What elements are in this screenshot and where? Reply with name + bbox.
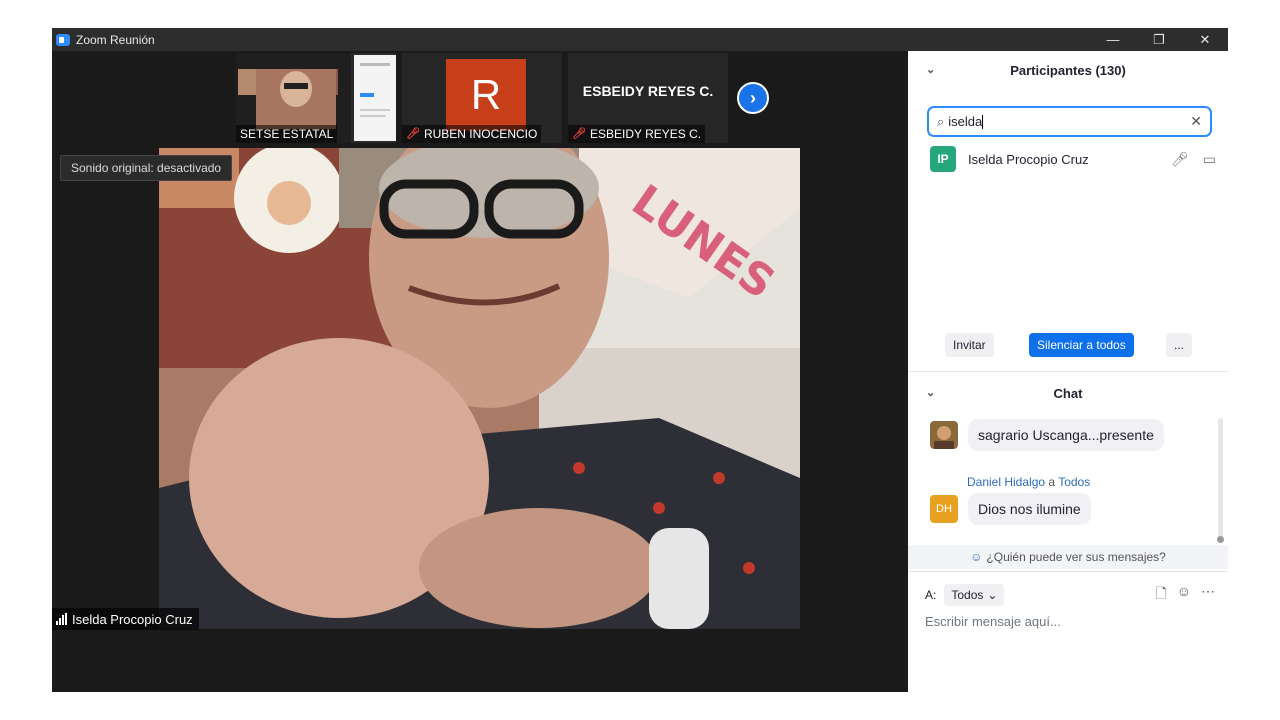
text-caret <box>982 115 984 130</box>
section-divider <box>908 371 1228 372</box>
recipient-name[interactable]: Todos <box>1058 475 1090 489</box>
message-input[interactable]: Escribir mensaje aquí... <box>925 614 1061 629</box>
user-photo-avatar <box>930 421 958 449</box>
more-options-button[interactable]: ... <box>1166 333 1193 357</box>
thumbnail-label: SETSE ESTATAL <box>236 125 338 143</box>
sender-to-word: a <box>1048 475 1056 489</box>
collapse-chat-icon[interactable]: ⌄ <box>926 386 935 399</box>
video-area: SETSE ESTATAL R 🎤︎ RUBEN INOCENCIO ESBEI… <box>52 51 908 692</box>
chat-message: DH Dios nos ilumine <box>930 493 1091 525</box>
participant-search-input[interactable]: ⌕ iselda ✕ <box>927 106 1212 137</box>
display-name: ESBEIDY REYES C. <box>582 83 714 99</box>
scrollbar-thumb[interactable] <box>1217 536 1224 543</box>
more-icon[interactable]: ⋯ <box>1201 583 1215 607</box>
participant-avatar: IP <box>930 146 956 172</box>
sender-avatar: DH <box>930 495 958 523</box>
thumbnail-esbeidy-reyes[interactable]: ESBEIDY REYES C. 🎤︎ ESBEIDY REYES C. <box>568 53 728 143</box>
participants-header: ⌄ Participantes (130) <box>926 63 1126 78</box>
chat-message: sagrario Uscanga...presente <box>930 419 1164 451</box>
search-icon: ⌕ <box>937 113 945 129</box>
message-bubble: Dios nos ilumine <box>968 493 1091 525</box>
zoom-logo-icon <box>56 33 70 46</box>
message-bubble: sagrario Uscanga...presente <box>968 419 1164 451</box>
signal-bars-icon <box>56 613 67 625</box>
avatar: R <box>446 59 526 131</box>
participant-name: Iselda Procopio Cruz <box>968 151 1089 167</box>
restore-button[interactable]: ❐ <box>1136 28 1182 51</box>
people-icon: ☺ <box>970 550 983 564</box>
active-speaker-video: LUNES <box>159 148 800 629</box>
title-bar: Zoom Reunión — ❐ ✕ <box>52 28 1228 51</box>
recipient-dropdown[interactable]: Todos ⌄ <box>944 584 1005 606</box>
side-panel: ⌄ Participantes (130) ⌕ iselda ✕ IP Isel… <box>908 51 1228 692</box>
thumbnail-ruben-inocencio[interactable]: R 🎤︎ RUBEN INOCENCIO <box>402 53 562 143</box>
window-title: Zoom Reunión <box>76 32 155 47</box>
video-camera-icon[interactable]: ▭ <box>1203 151 1216 168</box>
thumbnail-strip: SETSE ESTATAL R 🎤︎ RUBEN INOCENCIO ESBEI… <box>236 53 728 145</box>
emoji-icon[interactable]: ☺ <box>1177 583 1191 607</box>
next-page-button[interactable]: › <box>737 82 769 114</box>
mute-all-button[interactable]: Silenciar a todos <box>1029 333 1134 357</box>
sender-name[interactable]: Daniel Hidalgo <box>967 475 1045 489</box>
message-sender-line: Daniel Hidalgo a Todos <box>967 475 1090 489</box>
participant-actions: Invitar Silenciar a todos ... <box>908 333 1228 357</box>
chat-header: ⌄ Chat <box>926 386 1083 401</box>
window-controls: — ❐ ✕ <box>1090 28 1228 51</box>
speaker-video-image: LUNES <box>159 148 800 629</box>
chevron-down-icon: ⌄ <box>987 588 998 602</box>
compose-divider <box>908 571 1228 572</box>
search-value: iselda <box>948 113 983 129</box>
chat-scrollbar[interactable] <box>1218 418 1223 543</box>
muted-mic-icon: 🎤︎ <box>406 128 420 140</box>
clear-search-icon[interactable]: ✕ <box>1190 113 1202 130</box>
thumbnail-label: 🎤︎ RUBEN INOCENCIO <box>402 125 542 143</box>
invite-button[interactable]: Invitar <box>945 333 994 357</box>
microphone-icon[interactable]: 🎤︎ <box>1171 151 1189 168</box>
sound-original-tooltip[interactable]: Sonido original: desactivado <box>60 155 233 181</box>
zoom-window: Zoom Reunión — ❐ ✕ SETSE ESTATAL R 🎤︎ RU… <box>52 28 1228 692</box>
active-speaker-name-tag: Iselda Procopio Cruz <box>52 608 199 630</box>
muted-mic-icon: 🎤︎ <box>572 128 586 140</box>
who-can-see-link[interactable]: ☺ ¿Quién puede ver sus mensajes? <box>908 545 1228 569</box>
file-icon[interactable]: 🗋 <box>1155 583 1166 607</box>
participant-row[interactable]: IP Iselda Procopio Cruz 🎤︎ ▭ <box>930 146 1220 172</box>
minimize-button[interactable]: — <box>1090 28 1136 51</box>
thumbnail-label: 🎤︎ ESBEIDY REYES C. <box>568 125 706 143</box>
collapse-participants-icon[interactable]: ⌄ <box>926 63 935 76</box>
close-button[interactable]: ✕ <box>1182 28 1228 51</box>
to-label: A: <box>925 588 937 602</box>
thumbnail-setse-estatal[interactable]: SETSE ESTATAL <box>236 53 396 143</box>
recipient-row: A: Todos ⌄ 🗋 ☺ ⋯ <box>925 583 1215 607</box>
